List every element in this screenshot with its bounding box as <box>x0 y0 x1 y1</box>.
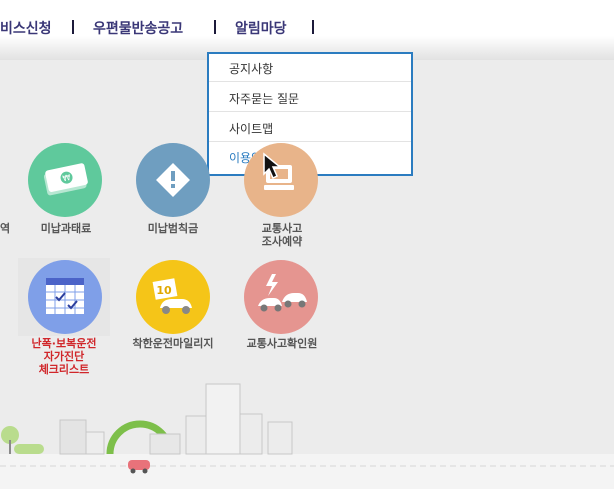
dropdown-item-sitemap[interactable]: 사이트맵 <box>229 120 273 137</box>
aggressive-driving-checklist-button[interactable] <box>28 260 102 334</box>
mileage-car-icon: 10 <box>152 278 192 314</box>
svg-text:10: 10 <box>156 284 172 297</box>
car-crash-icon <box>258 274 307 312</box>
service-label-good-driving[interactable]: 착한운전마일리지 <box>122 337 224 350</box>
service-label-unpaid-penalty[interactable]: 미납범칙금 <box>143 222 203 235</box>
nav-separator <box>72 20 74 34</box>
service-label-accident-reservation-2[interactable]: 조사예약 <box>252 235 312 248</box>
nav-item-mail-return-notice[interactable]: 우편물반송공고 <box>93 18 183 38</box>
service-label-aggressive-1[interactable]: 난폭·보복운전 <box>18 337 110 350</box>
unpaid-penalty-button[interactable] <box>136 143 210 217</box>
money-icon: ₩ <box>43 163 88 196</box>
service-label-partial[interactable]: 역 <box>0 222 10 235</box>
service-label-aggressive-2[interactable]: 자가진단 <box>18 350 110 363</box>
service-label-aggressive-3[interactable]: 체크리스트 <box>18 363 110 376</box>
dropdown-item-notices[interactable]: 공지사항 <box>229 60 273 77</box>
good-driving-mileage-button[interactable]: 10 <box>136 260 210 334</box>
nav-item-service-apply[interactable]: 비스신청 <box>0 18 52 38</box>
unpaid-fine-button[interactable]: ₩ <box>28 143 102 217</box>
dropdown-divider <box>209 111 411 112</box>
calendar-check-icon <box>46 278 84 314</box>
nav-separator <box>312 20 314 34</box>
dropdown-item-faq[interactable]: 자주묻는 질문 <box>229 90 299 107</box>
nav-separator <box>214 20 216 34</box>
service-label-accident-reservation-1[interactable]: 교통사고 <box>252 222 312 235</box>
dropdown-divider <box>209 81 411 82</box>
nav-item-notice-board[interactable]: 알림마당 <box>235 18 287 38</box>
warning-diamond-icon <box>156 163 190 197</box>
dropdown-divider <box>209 141 411 142</box>
service-label-accident-certificate[interactable]: 교통사고확인원 <box>236 337 328 350</box>
mouse-cursor-icon <box>263 152 283 180</box>
city-skyline-illustration <box>0 383 614 489</box>
service-label-unpaid-fine[interactable]: 미납과태료 <box>36 222 96 235</box>
accident-certificate-button[interactable] <box>244 260 318 334</box>
